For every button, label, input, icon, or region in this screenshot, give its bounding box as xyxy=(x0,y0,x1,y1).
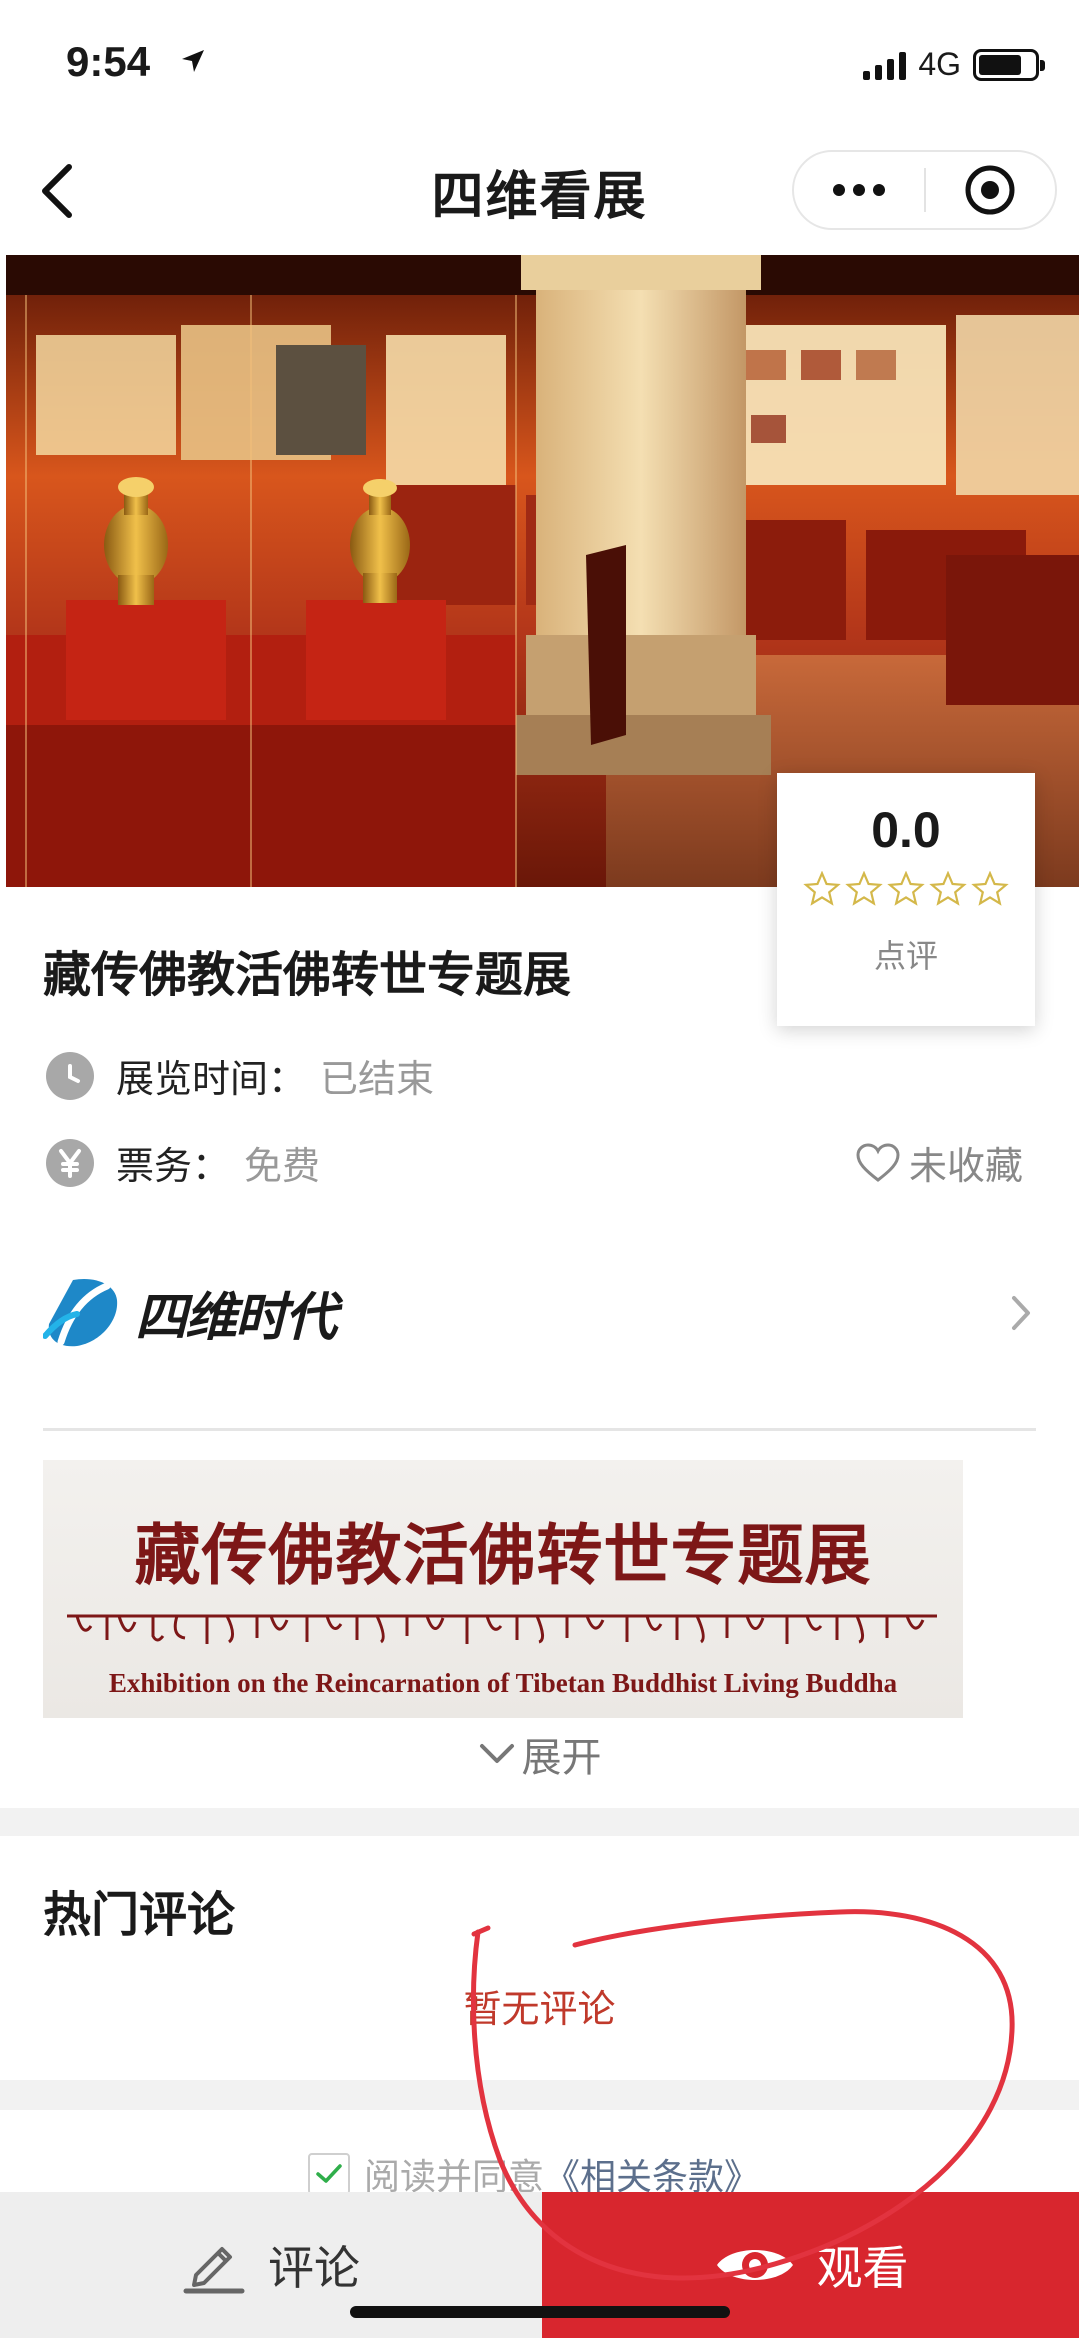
hot-comments-title: 热门评论 xyxy=(43,1887,236,1943)
star-icon xyxy=(929,871,967,906)
home-indicator xyxy=(350,2306,730,2318)
miniprogram-capsule xyxy=(792,150,1057,230)
exhibition-title: 藏传佛教活佛转世专题展 xyxy=(43,947,572,1003)
exhibition-banner-image: 藏传佛教活佛转世专题展 Exhibition on the Reincarnat… xyxy=(43,1460,963,1718)
section-gap xyxy=(0,2080,1079,2110)
more-dots-icon xyxy=(832,184,885,196)
banner-subtitle-en: Exhibition on the Reincarnation of Tibet… xyxy=(108,1668,898,1698)
section-gap xyxy=(0,1808,1079,1836)
organizer-logo-icon xyxy=(43,1278,118,1346)
favorite-label: 未收藏 xyxy=(908,1144,1023,1188)
time-value: 已结束 xyxy=(320,1057,435,1101)
location-arrow-icon xyxy=(182,50,204,72)
star-icon xyxy=(887,871,925,906)
close-miniprogram-button[interactable] xyxy=(926,152,1056,228)
ticket-label: 票务： xyxy=(116,1144,231,1188)
time-label: 展览时间： xyxy=(116,1057,307,1101)
expand-button[interactable]: 展开 xyxy=(0,1725,1079,1783)
chevron-down-icon xyxy=(479,1744,514,1763)
eye-icon xyxy=(716,2250,793,2280)
heart-outline-icon xyxy=(856,1142,900,1182)
no-comment-text: 暂无评论 xyxy=(463,1987,616,2031)
favorite-button[interactable]: 未收藏 xyxy=(855,1135,1023,1190)
rating-card[interactable]: 0.0 点评 xyxy=(777,773,1035,1026)
section-divider xyxy=(43,1428,1036,1431)
status-bar: 9:54 4G xyxy=(0,0,1079,130)
rating-score: 0.0 xyxy=(871,802,941,858)
tibetan-script-line xyxy=(67,1614,937,1644)
organizer-name: 四维时代 xyxy=(135,1288,337,1348)
star-icon xyxy=(971,871,1009,906)
organizer-row[interactable]: 四维时代 xyxy=(43,1265,1043,1360)
star-icon xyxy=(803,871,841,906)
checkmark-icon xyxy=(316,2164,342,2183)
pencil-icon xyxy=(183,2247,245,2294)
nav-bar: 四维看展 xyxy=(0,130,1079,250)
clock-icon xyxy=(46,1051,94,1100)
rating-label: 点评 xyxy=(873,937,938,975)
status-indicators: 4G xyxy=(863,46,1045,83)
comment-label: 评论 xyxy=(268,2241,360,2295)
ticket-value: 免费 xyxy=(244,1144,321,1188)
exhibition-time-row: 展览时间： 已结束 xyxy=(46,1048,434,1103)
target-circle-icon xyxy=(965,165,1015,215)
watch-label: 观看 xyxy=(816,2241,909,2295)
signal-icon xyxy=(863,50,907,80)
status-time: 9:54 xyxy=(66,38,151,85)
yen-icon xyxy=(46,1138,94,1187)
rating-stars xyxy=(777,871,1035,907)
ticket-row: 票务： 免费 xyxy=(46,1135,320,1190)
agreement-checkbox[interactable] xyxy=(308,2153,350,2195)
battery-icon xyxy=(973,48,1045,81)
network-type: 4G xyxy=(918,46,961,82)
expand-label: 展开 xyxy=(521,1735,602,1781)
more-button[interactable] xyxy=(794,152,924,228)
banner-title: 藏传佛教活佛转世专题展 xyxy=(134,1516,872,1594)
star-icon xyxy=(845,871,883,906)
chevron-right-icon xyxy=(1012,1296,1030,1330)
